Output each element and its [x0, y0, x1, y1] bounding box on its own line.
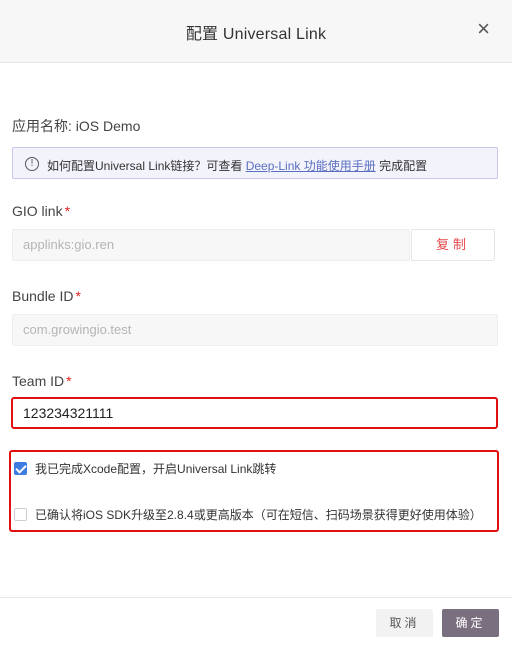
gio-link-field: applinks:gio.ren — [12, 229, 410, 261]
dialog-title: 配置 Universal Link — [185, 26, 327, 43]
app-name: 应用名称: iOS Demo — [12, 118, 141, 134]
info-prefix: 如何配置Universal Link链接？可查看 — [47, 159, 246, 173]
team-id-label: Team ID * — [12, 373, 72, 389]
info-icon: ! — [25, 157, 39, 171]
bundle-id-field: com.growingio.test — [12, 314, 498, 346]
confirm-button[interactable]: 确定 — [442, 609, 499, 637]
checkbox-checked-icon[interactable] — [14, 462, 27, 475]
gio-link-label: GIO link * — [12, 203, 70, 219]
required-mark: * — [75, 288, 81, 304]
dialog-header: 配置 Universal Link × — [0, 0, 512, 63]
info-suffix: 完成配置 — [375, 159, 428, 173]
bundle-id-label: Bundle ID * — [12, 288, 81, 304]
deep-link-manual-link[interactable]: Deep-Link 功能使用手册 — [246, 159, 376, 173]
bundle-id-label-text: Bundle ID — [12, 288, 74, 304]
gio-link-label-text: GIO link — [12, 203, 63, 219]
confirmation-checkbox-group: 我已完成Xcode配置，开启Universal Link跳转 已确认将iOS S… — [9, 450, 499, 532]
required-mark: * — [66, 373, 72, 389]
xcode-config-label: 我已完成Xcode配置，开启Universal Link跳转 — [35, 462, 277, 476]
close-icon[interactable]: × — [477, 18, 490, 40]
team-id-input[interactable]: 123234321111 — [11, 397, 498, 429]
checkbox-unchecked-icon[interactable] — [14, 508, 27, 521]
team-id-label-text: Team ID — [12, 373, 65, 389]
required-mark: * — [64, 203, 71, 219]
sdk-upgrade-label: 已确认将iOS SDK升级至2.8.4或更高版本（可在短信、扫码场景获得更好使用… — [35, 508, 482, 522]
info-banner: ! 如何配置Universal Link链接？可查看 Deep-Link 功能使… — [12, 147, 498, 179]
info-text: 如何配置Universal Link链接？可查看 Deep-Link 功能使用手… — [47, 157, 427, 174]
cancel-button[interactable]: 取消 — [376, 609, 433, 637]
xcode-config-checkbox[interactable]: 我已完成Xcode配置，开启Universal Link跳转 — [14, 460, 276, 477]
footer-divider — [0, 597, 512, 598]
sdk-upgrade-checkbox[interactable]: 已确认将iOS SDK升级至2.8.4或更高版本（可在短信、扫码场景获得更好使用… — [14, 506, 482, 523]
copy-button[interactable]: 复制 — [411, 229, 495, 261]
